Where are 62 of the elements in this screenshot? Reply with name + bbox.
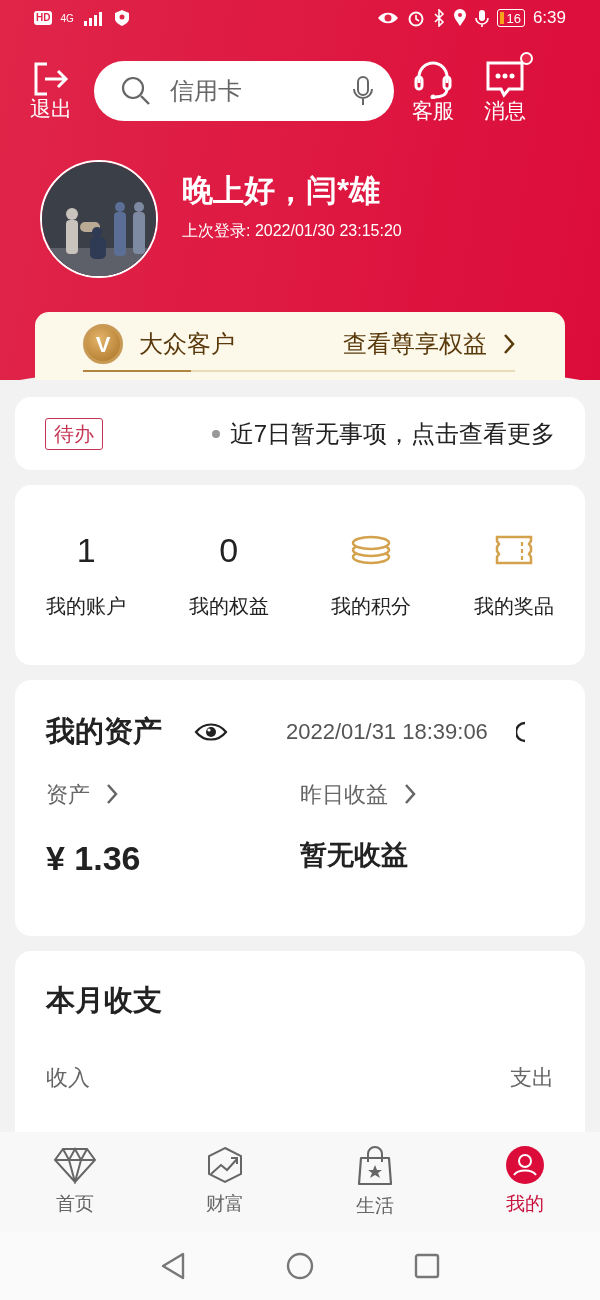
greeting: 晚上好，闫*雄 bbox=[182, 172, 382, 210]
todo-message: 近7日暂无事项，点击查看更多 bbox=[229, 418, 555, 449]
exit-icon bbox=[33, 61, 69, 98]
messages-button[interactable]: 消息 bbox=[484, 52, 533, 123]
stat-value: 1 bbox=[76, 530, 96, 571]
stat-label[interactable]: 我的奖品 bbox=[473, 591, 554, 621]
membership-level: 大众客户 bbox=[139, 329, 235, 359]
search-bar[interactable]: 信用卡 bbox=[94, 61, 394, 121]
eye-icon bbox=[377, 11, 400, 25]
stat-value: 0 bbox=[219, 530, 239, 571]
chevron-right-icon bbox=[106, 783, 118, 805]
todo-tag: 待办 bbox=[45, 417, 103, 450]
refresh-icon[interactable] bbox=[515, 719, 526, 744]
coins-icon bbox=[351, 533, 392, 567]
user-icon bbox=[506, 1146, 544, 1184]
headset-icon bbox=[413, 59, 453, 100]
eye-icon[interactable] bbox=[194, 720, 228, 743]
customer-service-button[interactable]: 客服 bbox=[412, 59, 454, 123]
membership-card[interactable]: V 大众客户 查看尊享权益 bbox=[35, 312, 565, 380]
expense-label: 支出 bbox=[510, 1063, 554, 1092]
stat-label[interactable]: 我的权益 bbox=[188, 591, 269, 621]
alarm-icon bbox=[407, 9, 426, 27]
shield-icon bbox=[113, 9, 130, 27]
microphone-icon bbox=[352, 75, 374, 107]
hd-badge: HD bbox=[34, 11, 53, 25]
tab-bar-item[interactable]: 生活 bbox=[300, 1132, 450, 1232]
exit-button[interactable]: 退出 bbox=[30, 61, 72, 121]
recent-apps-icon[interactable] bbox=[414, 1253, 440, 1279]
stat-label[interactable]: 我的积分 bbox=[331, 591, 412, 621]
update-time: 2022/01/31 18:39:06 bbox=[286, 718, 488, 747]
asset-link[interactable]: 资产 bbox=[46, 777, 118, 811]
asset-link[interactable]: 昨日收益 bbox=[299, 777, 416, 811]
search-icon bbox=[120, 75, 152, 107]
chevron-right-icon bbox=[403, 783, 416, 805]
last-login-time: 上次登录: 2022/01/30 23:15:20 bbox=[182, 220, 402, 241]
income-label: 收入 bbox=[46, 1063, 90, 1092]
trend-chart-icon bbox=[206, 1146, 244, 1184]
asset-amount: ¥ 1.36 bbox=[46, 837, 142, 879]
battery-level: 16 bbox=[506, 10, 521, 26]
shopping-bag-icon bbox=[357, 1146, 393, 1186]
clock-time: 6:39 bbox=[532, 7, 566, 30]
stat-label[interactable]: 我的账户 bbox=[46, 591, 127, 621]
network-label: 4G bbox=[60, 11, 74, 26]
section-title: 我的资产 bbox=[46, 714, 162, 749]
earnings-value: 暂无收益 bbox=[299, 838, 409, 872]
tab-bar-item[interactable]: 我的 bbox=[450, 1132, 600, 1232]
ticket-icon bbox=[493, 533, 534, 567]
tab-bar-item[interactable]: 财富 bbox=[150, 1132, 300, 1232]
chat-icon bbox=[485, 59, 525, 100]
bluetooth-icon bbox=[433, 9, 446, 27]
diamond-icon bbox=[53, 1146, 97, 1184]
section-title: 本月收支 bbox=[46, 983, 163, 1018]
back-icon[interactable] bbox=[160, 1252, 186, 1280]
microphone-icon bbox=[475, 9, 490, 27]
todo-card[interactable]: 待办 近7日暂无事项，点击查看更多 bbox=[15, 397, 585, 470]
location-icon bbox=[453, 9, 468, 27]
chevron-right-icon bbox=[503, 333, 515, 355]
benefits-link[interactable]: 查看尊享权益 bbox=[343, 326, 515, 362]
vip-badge: V bbox=[83, 324, 123, 364]
bullet-dot bbox=[211, 429, 220, 438]
home-icon[interactable] bbox=[286, 1252, 314, 1280]
tab-bar-item[interactable]: 首页 bbox=[0, 1132, 150, 1232]
